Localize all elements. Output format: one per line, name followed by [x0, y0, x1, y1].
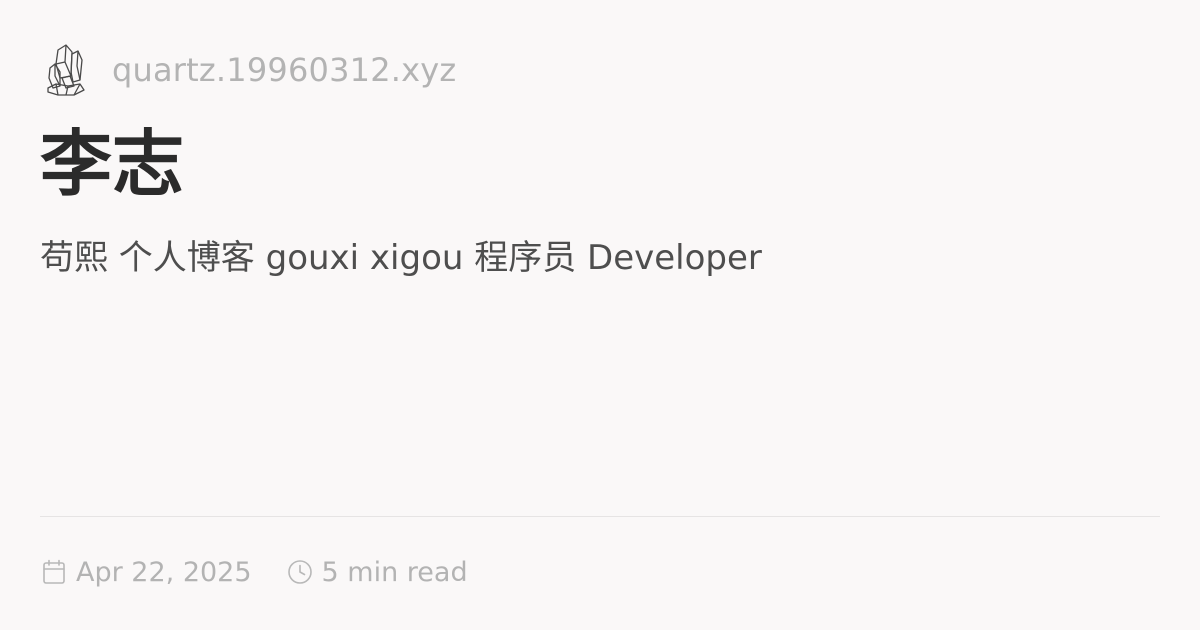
page-description: 苟熙 个人博客 gouxi xigou 程序员 Developer — [40, 238, 762, 278]
calendar-icon — [40, 558, 68, 586]
clock-icon — [286, 558, 314, 586]
divider — [40, 516, 1160, 517]
page-meta: Apr 22, 2025 5 min read — [40, 552, 468, 592]
reading-time-text: 5 min read — [321, 556, 468, 588]
publish-date-text: Apr 22, 2025 — [76, 556, 252, 588]
site-name[interactable]: quartz.19960312.xyz — [112, 51, 456, 89]
site-header: quartz.19960312.xyz — [40, 40, 456, 100]
og-card: quartz.19960312.xyz 李志 苟熙 个人博客 gouxi xig… — [0, 0, 1200, 630]
crystal-quartz-icon — [40, 40, 92, 100]
reading-time: 5 min read — [286, 557, 468, 588]
publish-date: Apr 22, 2025 — [40, 557, 252, 588]
page-title: 李志 — [40, 122, 185, 206]
